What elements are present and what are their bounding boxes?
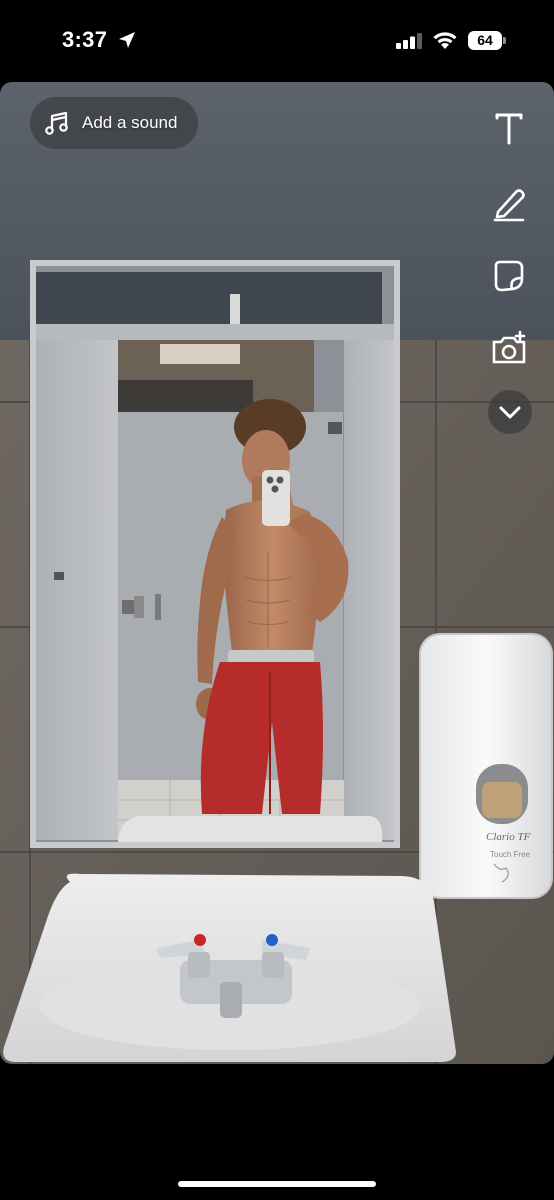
chevron-down-icon bbox=[499, 406, 521, 419]
status-bar: 3:37 64 bbox=[0, 0, 554, 82]
text-tool-button[interactable] bbox=[486, 105, 532, 151]
snap-photo[interactable]: Clario TF Touch Free bbox=[0, 82, 554, 1064]
sticker-icon bbox=[494, 260, 524, 292]
wifi-icon bbox=[433, 32, 457, 49]
draw-tool-button[interactable] bbox=[486, 180, 532, 226]
battery-indicator: 64 bbox=[468, 31, 506, 50]
add-sound-button[interactable]: Add a sound bbox=[30, 97, 198, 149]
pencil-icon bbox=[493, 189, 525, 222]
cellular-signal-icon bbox=[396, 33, 422, 49]
camera-tool-button[interactable] bbox=[486, 326, 532, 372]
location-arrow-icon bbox=[119, 32, 135, 48]
soap-dispenser: Clario TF Touch Free bbox=[419, 633, 553, 899]
dispenser-brand: Clario TF bbox=[486, 831, 531, 843]
music-note-icon bbox=[45, 111, 68, 135]
status-time: 3:37 bbox=[62, 27, 108, 52]
add-sound-label: Add a sound bbox=[82, 113, 178, 132]
home-indicator[interactable] bbox=[178, 1181, 376, 1187]
camera-add-icon bbox=[492, 330, 526, 364]
dispenser-caption: Touch Free bbox=[490, 850, 531, 859]
sticker-tool-button[interactable] bbox=[486, 252, 532, 298]
sink bbox=[3, 873, 456, 1062]
more-tools-button[interactable] bbox=[488, 390, 532, 434]
battery-level: 64 bbox=[468, 31, 502, 50]
text-t-icon bbox=[495, 113, 523, 145]
